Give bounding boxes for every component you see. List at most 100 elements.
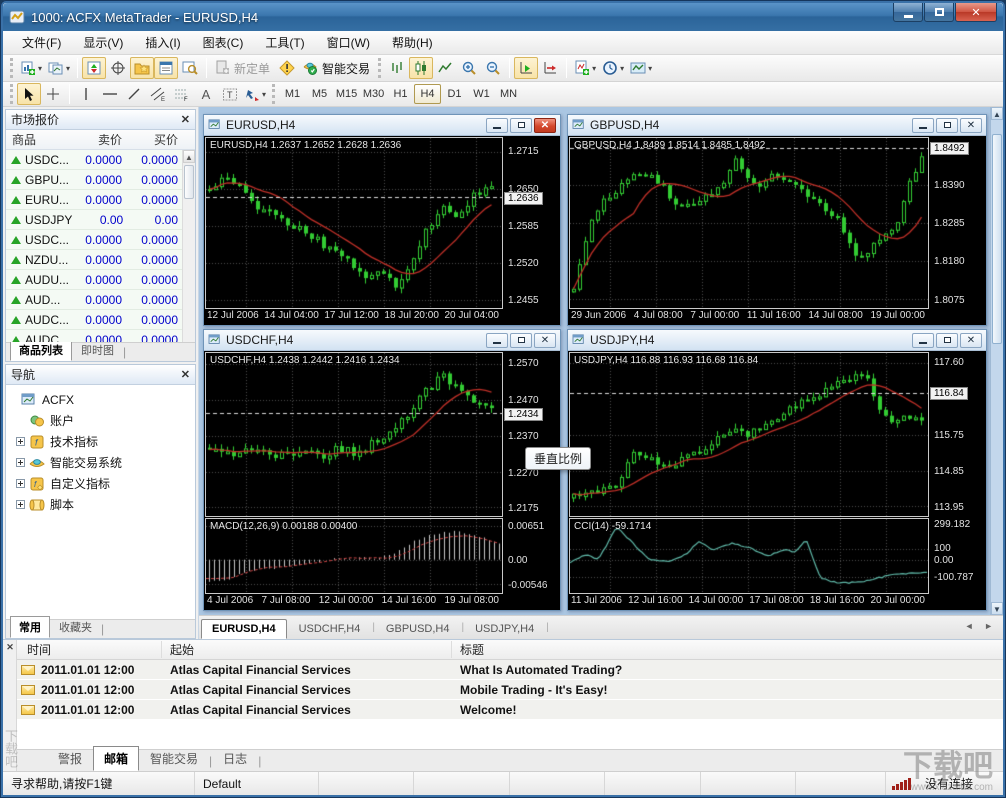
price-axis[interactable]: 1.83901.82851.81801.80751.8492 (929, 137, 985, 309)
chart-window-usdjpy[interactable]: USDJPY,H4 ✕ USDJPY,H4 116.88 116.93 116.… (567, 329, 987, 611)
minimize-button[interactable] (486, 333, 508, 348)
market-watch-row[interactable]: AUD...0.00000.0000 (6, 290, 195, 310)
timeframe-h1-button[interactable]: H1 (387, 84, 414, 104)
chart-window-titlebar[interactable]: GBPUSD,H4 ✕ (568, 115, 986, 136)
indicator-axis[interactable]: 299.1821000.00-100.787 (929, 518, 985, 594)
terminal-toggle[interactable] (154, 57, 178, 79)
chart-tab-eurusd[interactable]: EURUSD,H4 (201, 619, 287, 639)
crosshair-tool-button[interactable] (41, 83, 65, 105)
price-chart[interactable]: GBPUSD,H4 1.8489 1.8514 1.8485 1.8492 (569, 137, 929, 309)
chart-window-usdchf[interactable]: USDCHF,H4 ✕ USDCHF,H4 1.2438 1.2442 1.24… (203, 329, 561, 611)
text-button[interactable]: A (194, 83, 218, 105)
chart-shift-button[interactable] (538, 57, 562, 79)
price-chart[interactable]: EURUSD,H4 1.2637 1.2652 1.2628 1.2636 (205, 137, 503, 309)
templates-button[interactable]: ▾ (627, 57, 655, 79)
market-watch-toggle[interactable] (82, 57, 106, 79)
market-watch-row[interactable]: NZDU...0.00000.0000 (6, 250, 195, 270)
line-chart-button[interactable] (433, 57, 457, 79)
mail-row[interactable]: 2011.01.01 12:00 Atlas Capital Financial… (17, 660, 1003, 680)
close-button[interactable]: ✕ (534, 118, 556, 133)
close-icon[interactable]: ✕ (181, 113, 190, 126)
market-watch-scrollbar[interactable]: ▲ (182, 150, 195, 342)
price-axis[interactable]: 1.27151.26501.25851.25201.24551.2636 (503, 137, 559, 309)
bar-chart-button[interactable] (385, 57, 409, 79)
new-chart-button[interactable]: ▾ (17, 57, 45, 79)
vertical-line-button[interactable] (74, 83, 98, 105)
mdi-scrollbar[interactable]: ▲ ▼ (990, 107, 1003, 615)
menu-file[interactable]: 文件(F) (11, 31, 72, 54)
close-button[interactable]: ✕ (534, 333, 556, 348)
tab-favorites[interactable]: 收藏夹 (50, 616, 101, 638)
close-button[interactable]: ✕ (960, 118, 982, 133)
column-from[interactable]: 起始 (162, 641, 452, 658)
tab-experts[interactable]: 智能交易 (139, 746, 209, 771)
indicators-button[interactable]: ▾ (571, 57, 599, 79)
menu-insert[interactable]: 插入(I) (134, 31, 191, 54)
minimize-button[interactable] (486, 118, 508, 133)
timeframe-w1-button[interactable]: W1 (468, 84, 495, 104)
close-button[interactable]: ✕ (955, 3, 997, 22)
expand-plus-icon[interactable] (16, 458, 25, 467)
expert-advisors-button[interactable]: 智能交易 (299, 57, 375, 79)
chart-window-gbpusd[interactable]: GBPUSD,H4 ✕ GBPUSD,H4 1.8489 1.8514 1.84… (567, 114, 987, 326)
market-watch-row[interactable]: AUDC...0.00000.0000 (6, 330, 195, 342)
tree-root-acfx[interactable]: ACFX (8, 389, 193, 410)
navigator-toggle[interactable] (130, 57, 154, 79)
menu-view[interactable]: 显示(V) (72, 31, 134, 54)
menu-help[interactable]: 帮助(H) (381, 31, 444, 54)
close-icon[interactable]: ✕ (5, 642, 15, 652)
menu-charts[interactable]: 图表(C) (192, 31, 255, 54)
column-ask[interactable]: 买价 (126, 131, 182, 148)
tab-scroll-arrows[interactable]: ◄ ► (965, 621, 997, 631)
chart-window-titlebar[interactable]: USDCHF,H4 ✕ (204, 330, 560, 351)
timeframe-m1-button[interactable]: M1 (279, 84, 306, 104)
mail-row[interactable]: 2011.01.01 12:00 Atlas Capital Financial… (17, 680, 1003, 700)
time-axis[interactable]: 29 Jun 20064 Jul 08:007 Jul 00:0011 Jul … (569, 309, 985, 324)
chart-tab-usdchf[interactable]: USDCHF,H4 (288, 619, 372, 639)
restore-button[interactable] (510, 118, 532, 133)
market-watch-row[interactable]: AUDC...0.00000.0000 (6, 310, 195, 330)
tab-mailbox[interactable]: 邮箱 (93, 746, 139, 771)
scrollbar-down-icon[interactable]: ▼ (991, 602, 1003, 615)
tree-item-indicators[interactable]: f 技术指标 (8, 431, 193, 452)
restore-button[interactable] (510, 333, 532, 348)
tree-item-custom-indicators[interactable]: f 自定义指标 (8, 473, 193, 494)
close-button[interactable]: ✕ (960, 333, 982, 348)
chart-window-titlebar[interactable]: EURUSD,H4 ✕ (204, 115, 560, 136)
indicator-axis[interactable]: 0.006510.00-0.00546 (503, 518, 559, 594)
tree-item-scripts[interactable]: 脚本 (8, 494, 193, 515)
tab-alerts[interactable]: 警报 (47, 746, 93, 771)
scrollbar-up-icon[interactable]: ▲ (991, 107, 1003, 120)
market-watch-row[interactable]: EURU...0.00000.0000 (6, 190, 195, 210)
menu-window[interactable]: 窗口(W) (316, 31, 381, 54)
auto-scroll-button[interactable] (514, 57, 538, 79)
zoom-out-button[interactable] (481, 57, 505, 79)
strategy-tester-button[interactable] (178, 57, 202, 79)
tab-symbols[interactable]: 商品列表 (10, 339, 72, 361)
profiles-button[interactable]: ▾ (45, 57, 73, 79)
close-icon[interactable]: ✕ (181, 368, 190, 381)
column-bid[interactable]: 卖价 (70, 131, 126, 148)
price-axis[interactable]: 117.60115.75114.85113.95116.84 (929, 352, 985, 517)
scrollbar-thumb[interactable] (184, 165, 194, 199)
minimize-button[interactable] (912, 333, 934, 348)
scrollbar-thumb[interactable] (992, 134, 1002, 344)
timeframe-h4-button[interactable]: H4 (414, 84, 441, 104)
timeframe-d1-button[interactable]: D1 (441, 84, 468, 104)
time-axis[interactable]: 12 Jul 200614 Jul 04:0017 Jul 12:0018 Ju… (205, 309, 559, 324)
channel-button[interactable]: E (146, 83, 170, 105)
expand-plus-icon[interactable] (16, 437, 25, 446)
title-bar[interactable]: 1000: ACFX MetaTrader - EURUSD,H4 ✕ (3, 3, 1003, 31)
column-subject[interactable]: 标题 (452, 641, 1003, 658)
time-axis[interactable]: 11 Jul 200612 Jul 16:0014 Jul 00:0017 Ju… (569, 594, 985, 609)
text-label-button[interactable]: T (218, 83, 242, 105)
data-window-button[interactable] (106, 57, 130, 79)
market-watch-header[interactable]: 市场报价 ✕ (6, 110, 195, 130)
macd-indicator-pane[interactable]: MACD(12,26,9) 0.00188 0.00400 (205, 518, 503, 594)
tab-journal[interactable]: 日志 (212, 746, 258, 771)
chart-window-titlebar[interactable]: USDJPY,H4 ✕ (568, 330, 986, 351)
mail-row[interactable]: 2011.01.01 12:00 Atlas Capital Financial… (17, 700, 1003, 720)
arrows-button[interactable]: ▾ (242, 83, 269, 105)
navigator-header[interactable]: 导航 ✕ (6, 365, 195, 385)
status-profile[interactable]: Default (195, 772, 319, 795)
